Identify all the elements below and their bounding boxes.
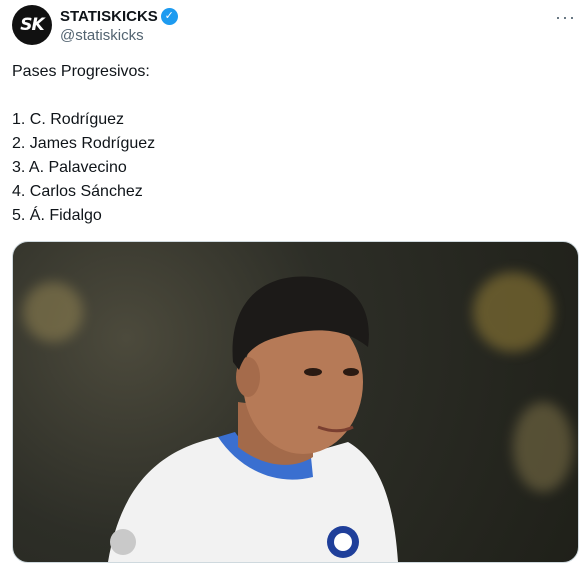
handle[interactable]: @statiskicks — [60, 26, 178, 46]
tweet-line: Pases Progresivos: — [12, 63, 150, 80]
verified-badge-icon: ✓ — [160, 8, 178, 25]
avatar[interactable]: SK — [12, 5, 52, 45]
tweet-line: 1. C. Rodríguez — [12, 111, 125, 128]
tweet-header: SK STATISKICKS ✓ @statiskicks ··· — [12, 5, 576, 47]
more-options-icon[interactable]: ··· — [555, 7, 576, 28]
tweet-line: 5. Á. Fidalgo — [12, 207, 102, 224]
tweet-line: 3. A. Palavecino — [12, 159, 127, 176]
display-name[interactable]: STATISKICKS — [60, 7, 158, 26]
display-name-row[interactable]: STATISKICKS ✓ — [60, 7, 178, 26]
tweet-line — [12, 84, 576, 108]
author-names: STATISKICKS ✓ @statiskicks — [60, 7, 178, 46]
tweet-photo[interactable] — [12, 241, 579, 563]
player-figure — [108, 276, 398, 562]
tweet-line: 2. James Rodríguez — [12, 135, 156, 152]
tweet-line: 4. Carlos Sánchez — [12, 183, 143, 200]
tweet-text: Pases Progresivos: 1. C. Rodríguez 2. Ja… — [12, 60, 576, 228]
